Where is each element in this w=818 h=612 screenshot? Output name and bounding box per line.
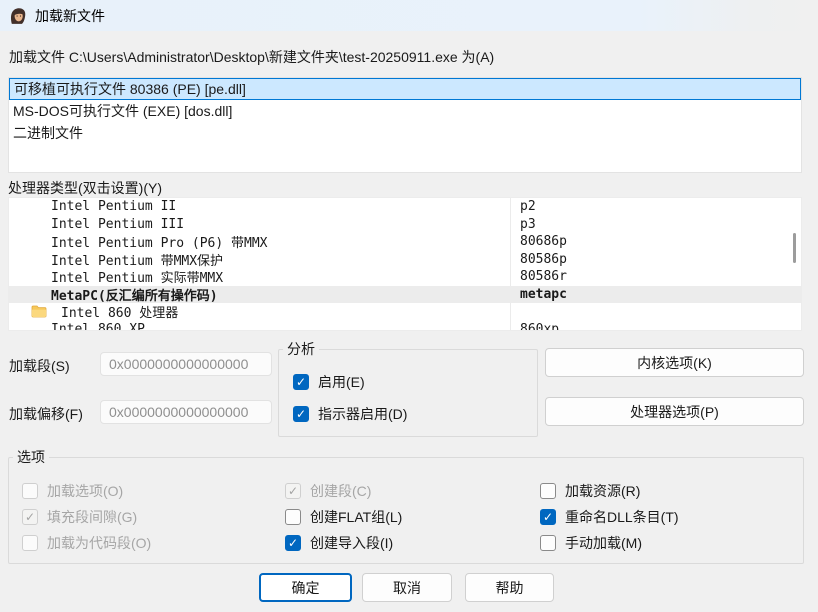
checkbox-checked-icon: ✓ bbox=[22, 509, 38, 525]
processor-name: Intel Pentium 实际带MMX bbox=[9, 267, 223, 286]
folder-icon bbox=[31, 305, 47, 318]
processor-row[interactable]: Intel 860 处理器 bbox=[9, 303, 801, 321]
checkbox-label: 创建FLAT组(L) bbox=[310, 507, 402, 527]
checkbox-checked-icon: ✓ bbox=[285, 483, 301, 499]
options-group-title: 选项 bbox=[13, 447, 49, 467]
processor-name: Intel Pentium II bbox=[9, 199, 176, 214]
processor-options-button[interactable]: 处理器选项(P) bbox=[545, 397, 804, 426]
processor-name: MetaPC(反汇编所有操作码) bbox=[9, 285, 218, 304]
load-new-file-dialog: 加载新文件 加载文件 C:\Users\Administrator\Deskto… bbox=[0, 0, 818, 612]
checkbox-item[interactable]: 手动加载(M) bbox=[540, 533, 642, 553]
checkbox-item: 加载为代码段(O) bbox=[22, 533, 151, 553]
checkbox-label: 手动加载(M) bbox=[565, 533, 642, 553]
checkbox-label: 创建导入段(I) bbox=[310, 533, 393, 553]
processor-row[interactable]: Intel Pentium II p2 bbox=[9, 198, 801, 216]
ok-button[interactable]: 确定 bbox=[259, 573, 352, 602]
cancel-button[interactable]: 取消 bbox=[362, 573, 452, 602]
load-offset-label: 加载偏移(F) bbox=[9, 404, 83, 424]
processor-type-list[interactable]: Intel Pentium IIp2Intel Pentium IIIp3Int… bbox=[8, 197, 802, 331]
load-offset-input[interactable] bbox=[100, 400, 272, 424]
window-title: 加载新文件 bbox=[35, 6, 105, 26]
analysis-group-title: 分析 bbox=[283, 339, 319, 359]
checkbox-label: 创建段(C) bbox=[310, 481, 371, 501]
checkbox-label: 填充段间隙(G) bbox=[47, 507, 137, 527]
processor-name: Intel 860 处理器 bbox=[53, 302, 178, 321]
checkbox-checked-icon[interactable]: ✓ bbox=[285, 535, 301, 551]
load-segment-input[interactable] bbox=[100, 352, 272, 376]
checkbox-item[interactable]: ✓ 创建导入段(I) bbox=[285, 533, 393, 553]
checkbox-label: 重命名DLL条目(T) bbox=[565, 507, 679, 527]
ida-app-icon bbox=[9, 7, 27, 25]
processor-row[interactable]: Intel Pentium Pro (P6) 带MMX 80686p bbox=[9, 233, 801, 251]
checkbox-item[interactable]: 创建FLAT组(L) bbox=[285, 507, 402, 527]
checkbox-label: 加载资源(R) bbox=[565, 481, 640, 501]
checkbox-item[interactable]: ✓ 重命名DLL条目(T) bbox=[540, 507, 679, 527]
checkbox-unchecked-icon[interactable] bbox=[540, 535, 556, 551]
checkbox-item: ✓ 填充段间隙(G) bbox=[22, 507, 137, 527]
processor-name: Intel 860 XP bbox=[9, 322, 145, 331]
processor-row[interactable]: MetaPC(反汇编所有操作码) metapc bbox=[9, 286, 801, 304]
checkbox-item[interactable]: 加载资源(R) bbox=[540, 481, 640, 501]
load-segment-label: 加载段(S) bbox=[9, 356, 70, 376]
checkbox-checked-icon[interactable]: ✓ bbox=[540, 509, 556, 525]
file-format-list[interactable]: 可移植可执行文件 80386 (PE) [pe.dll]MS-DOS可执行文件 … bbox=[8, 77, 802, 173]
processor-name: Intel Pentium III bbox=[9, 217, 184, 232]
scrollbar-thumb[interactable] bbox=[793, 233, 796, 263]
format-list-item[interactable]: 二进制文件 bbox=[9, 122, 801, 144]
checkbox-item: 加载选项(O) bbox=[22, 481, 123, 501]
processor-name: Intel Pentium Pro (P6) 带MMX bbox=[9, 232, 268, 251]
processor-row[interactable]: Intel Pentium 带MMX保护 80586p bbox=[9, 251, 801, 269]
processor-id: 80586r bbox=[520, 268, 567, 286]
kernel-options-button[interactable]: 内核选项(K) bbox=[545, 348, 804, 377]
checkbox-label: 加载为代码段(O) bbox=[47, 533, 151, 553]
checkbox-label: 启用(E) bbox=[318, 372, 365, 392]
titlebar: 加载新文件 bbox=[0, 0, 818, 31]
processor-row[interactable]: Intel Pentium III p3 bbox=[9, 216, 801, 234]
processor-id: p2 bbox=[520, 198, 536, 216]
checkbox-item[interactable]: ✓ 启用(E) bbox=[293, 372, 365, 392]
processor-id: 860xp bbox=[520, 321, 559, 332]
format-list-item[interactable]: MS-DOS可执行文件 (EXE) [dos.dll] bbox=[9, 100, 801, 122]
processor-id: metapc bbox=[520, 286, 567, 304]
checkbox-item: ✓ 创建段(C) bbox=[285, 481, 371, 501]
processor-type-label: 处理器类型(双击设置)(Y) bbox=[8, 178, 162, 198]
checkbox-checked-icon[interactable]: ✓ bbox=[293, 406, 309, 422]
checkbox-unchecked-icon[interactable] bbox=[285, 509, 301, 525]
processor-id: 80686p bbox=[520, 233, 567, 251]
format-list-item[interactable]: 可移植可执行文件 80386 (PE) [pe.dll] bbox=[9, 78, 801, 100]
checkbox-unchecked-icon bbox=[22, 483, 38, 499]
checkbox-item[interactable]: ✓ 指示器启用(D) bbox=[293, 404, 407, 424]
processor-name: Intel Pentium 带MMX保护 bbox=[9, 250, 223, 269]
help-button[interactable]: 帮助 bbox=[465, 573, 554, 602]
checkbox-label: 加载选项(O) bbox=[47, 481, 123, 501]
checkbox-unchecked-icon bbox=[22, 535, 38, 551]
checkbox-checked-icon[interactable]: ✓ bbox=[293, 374, 309, 390]
processor-id: p3 bbox=[520, 216, 536, 234]
checkbox-label: 指示器启用(D) bbox=[318, 404, 407, 424]
load-file-label: 加载文件 C:\Users\Administrator\Desktop\新建文件… bbox=[9, 47, 494, 67]
processor-row[interactable]: Intel 860 XP 860xp bbox=[9, 321, 801, 332]
checkbox-unchecked-icon[interactable] bbox=[540, 483, 556, 499]
processor-id: 80586p bbox=[520, 251, 567, 269]
processor-row[interactable]: Intel Pentium 实际带MMX 80586r bbox=[9, 268, 801, 286]
